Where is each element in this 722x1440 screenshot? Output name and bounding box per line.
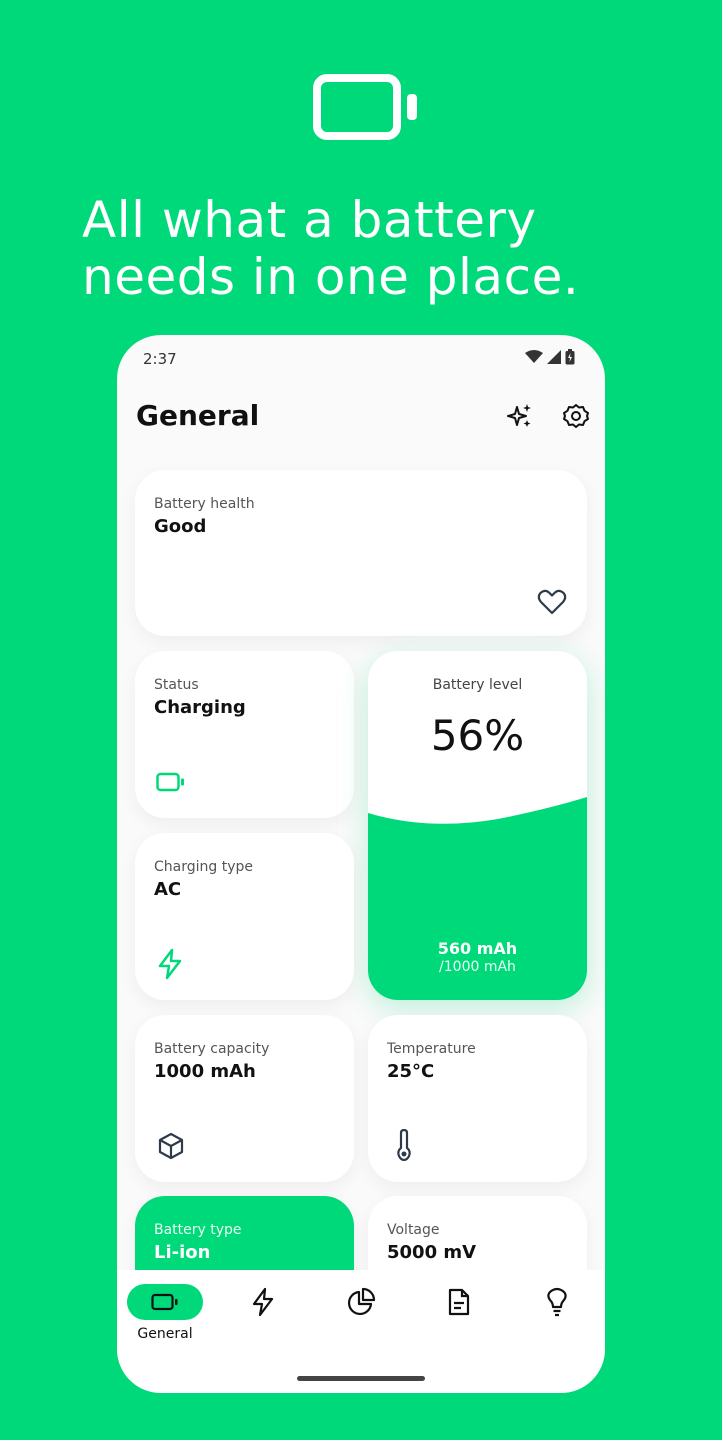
card-value: 25°C bbox=[387, 1061, 435, 1082]
card-label: Voltage bbox=[387, 1222, 440, 1238]
temperature-card[interactable]: Temperature 25°C bbox=[368, 1015, 587, 1182]
status-card[interactable]: Status Charging bbox=[135, 651, 354, 818]
battery-total-mah: /1000 mAh bbox=[439, 959, 516, 975]
card-label: Battery type bbox=[154, 1222, 242, 1238]
card-label: Charging type bbox=[154, 859, 253, 875]
battery-percent: 56% bbox=[430, 711, 525, 760]
card-label: Battery capacity bbox=[154, 1041, 270, 1057]
page-title: General bbox=[136, 399, 260, 432]
status-bar: 2:37 bbox=[117, 335, 605, 385]
status-icons bbox=[525, 349, 575, 365]
lightning-icon bbox=[252, 1287, 274, 1317]
nav-pill bbox=[323, 1284, 399, 1320]
home-indicator[interactable] bbox=[297, 1376, 425, 1381]
card-value: 5000 mV bbox=[387, 1242, 477, 1263]
pie-chart-icon bbox=[347, 1287, 376, 1316]
nav-item-log[interactable] bbox=[421, 1284, 497, 1344]
sparkle-button[interactable] bbox=[505, 401, 535, 431]
sparkle-icon bbox=[507, 404, 531, 427]
promo-page: All what a battery needs in one place. 2… bbox=[0, 0, 722, 1440]
voltage-card[interactable]: Voltage 5000 mV bbox=[368, 1196, 587, 1270]
bottom-navigation: General bbox=[117, 1270, 605, 1393]
card-value: 1000 mAh bbox=[154, 1061, 256, 1082]
card-value: AC bbox=[154, 879, 182, 900]
headline-line-2: needs in one place. bbox=[82, 248, 580, 306]
battery-icon bbox=[313, 74, 417, 140]
signal-icon bbox=[547, 350, 561, 364]
headline: All what a battery needs in one place. bbox=[82, 192, 682, 306]
card-value: Li-ion bbox=[154, 1242, 211, 1263]
battery-capacity-card[interactable]: Battery capacity 1000 mAh bbox=[135, 1015, 354, 1182]
thermometer-icon bbox=[397, 1129, 411, 1161]
battery-level-card[interactable]: Battery level 56% 560 mAh /1000 mAh bbox=[368, 651, 587, 1000]
document-icon bbox=[448, 1288, 470, 1316]
nav-item-statistics[interactable] bbox=[323, 1284, 399, 1344]
nav-label: General bbox=[137, 1326, 193, 1342]
phone-screen: 2:37 General Battery health Good Status … bbox=[117, 335, 605, 1393]
wifi-icon bbox=[525, 350, 543, 363]
card-label: Temperature bbox=[387, 1041, 476, 1057]
settings-button[interactable] bbox=[561, 401, 591, 431]
cube-icon bbox=[158, 1132, 184, 1160]
card-label: Status bbox=[154, 677, 199, 693]
battery-health-card[interactable]: Battery health Good bbox=[135, 470, 587, 636]
headline-line-1: All what a battery bbox=[82, 191, 537, 249]
card-label: Battery health bbox=[154, 496, 255, 512]
gear-icon bbox=[563, 404, 589, 428]
lightning-icon bbox=[158, 948, 182, 980]
nav-item-tips[interactable] bbox=[519, 1284, 595, 1344]
nav-pill bbox=[421, 1284, 497, 1320]
card-label: Battery level bbox=[432, 677, 523, 693]
card-value: Charging bbox=[154, 697, 246, 718]
battery-icon bbox=[156, 772, 184, 792]
battery-charging-icon bbox=[565, 349, 575, 365]
nav-item-general[interactable]: General bbox=[127, 1284, 203, 1344]
battery-icon bbox=[151, 1293, 178, 1311]
nav-pill bbox=[519, 1284, 595, 1320]
charging-type-card[interactable]: Charging type AC bbox=[135, 833, 354, 1000]
battery-current-mah: 560 mAh bbox=[437, 939, 518, 958]
lightbulb-icon bbox=[547, 1287, 567, 1317]
heart-icon bbox=[537, 589, 567, 615]
nav-item-charging[interactable] bbox=[225, 1284, 301, 1344]
card-value: Good bbox=[154, 516, 207, 537]
battery-type-card[interactable]: Battery type Li-ion bbox=[135, 1196, 354, 1270]
status-time: 2:37 bbox=[143, 350, 177, 368]
nav-pill bbox=[127, 1284, 203, 1320]
cards-scroll-area[interactable]: Battery health Good Status Charging Batt… bbox=[117, 465, 605, 1270]
nav-pill bbox=[225, 1284, 301, 1320]
